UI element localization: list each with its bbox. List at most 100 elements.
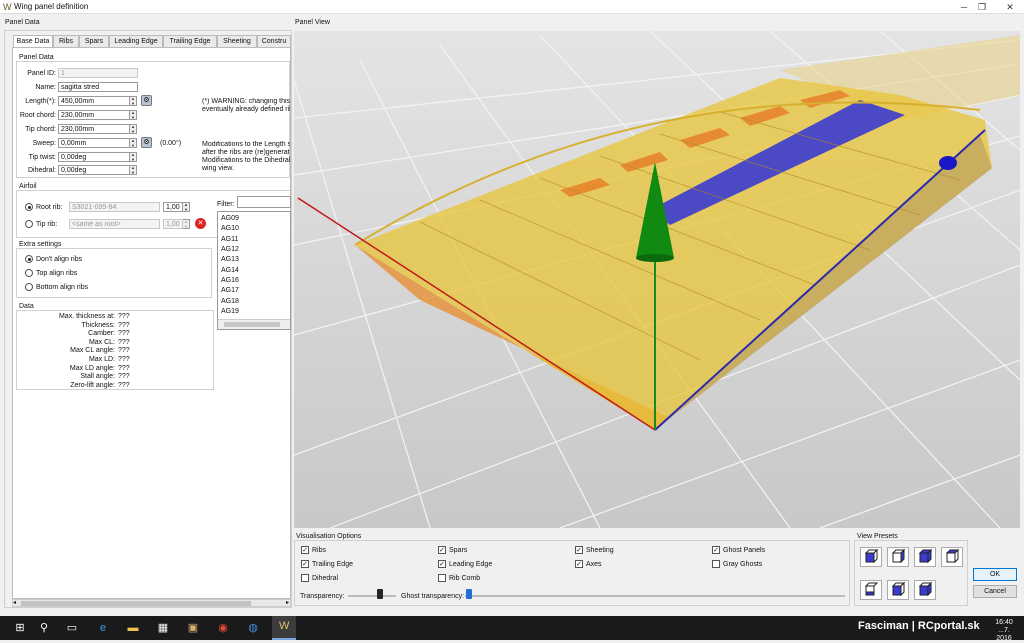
- list-item[interactable]: AG11: [221, 236, 238, 243]
- sweep-spinner[interactable]: ▲ ▼: [130, 138, 137, 148]
- data-label: Max LD angle:: [69, 364, 115, 372]
- store-icon[interactable]: ▦: [155, 620, 171, 636]
- list-item[interactable]: AG12: [221, 246, 239, 253]
- sweep-degrees: (0.00°): [160, 140, 182, 147]
- search-icon[interactable]: ⚲: [36, 620, 52, 636]
- root-chord-field[interactable]: 230,00mm: [58, 110, 130, 120]
- globe-app-icon[interactable]: ◍: [245, 620, 261, 636]
- media-icon[interactable]: ▣: [185, 620, 201, 636]
- scrollbar-thumb[interactable]: [21, 601, 251, 606]
- data-value: ???: [118, 338, 130, 346]
- root-chord-spinner[interactable]: ▲ ▼: [130, 110, 137, 120]
- view-preset-bottom-icon[interactable]: [887, 580, 909, 600]
- wing-designer-taskbar-item[interactable]: W: [272, 616, 296, 640]
- airfoil-list[interactable]: AG09 AG10 AG11 AG12 AG13 AG14 AG16 AG17 …: [217, 211, 291, 330]
- tab-leading-edge[interactable]: Leading Edge: [109, 35, 163, 47]
- rib-comb-checkbox[interactable]: [438, 574, 446, 582]
- close-icon[interactable]: ✕: [998, 0, 1022, 14]
- tab-sheeting[interactable]: Sheeting: [217, 35, 257, 47]
- tip-chord-spinner[interactable]: ▲ ▼: [130, 124, 137, 134]
- tab-trailing-edge[interactable]: Trailing Edge: [163, 35, 217, 47]
- clear-tip-rib-icon[interactable]: ✕: [195, 218, 206, 229]
- list-item[interactable]: AG19: [221, 308, 239, 315]
- list-item[interactable]: AG17: [221, 287, 239, 294]
- tip-rib-scale-spinner: ▲ ▼: [183, 219, 190, 229]
- name-field[interactable]: sagitta stred: [58, 82, 138, 92]
- tab-ribs[interactable]: Ribs: [53, 35, 79, 47]
- scroll-right-icon[interactable]: ▸: [286, 600, 289, 606]
- sweep-label: Sweep:: [32, 140, 56, 147]
- cancel-button[interactable]: Cancel: [973, 585, 1017, 598]
- transparency-slider-track[interactable]: [348, 595, 396, 597]
- airfoil-group-title: Airfoil: [19, 183, 37, 190]
- dihedral-field[interactable]: 0,00deg: [58, 165, 130, 175]
- top-align-ribs-radio[interactable]: [25, 269, 33, 277]
- axes-checkbox[interactable]: ✓: [575, 560, 583, 568]
- data-label: Max CL:: [88, 338, 115, 346]
- list-item[interactable]: AG10: [221, 225, 239, 232]
- tip-twist-field[interactable]: 0,00deg: [58, 152, 130, 162]
- list-item[interactable]: AG09: [221, 215, 239, 222]
- transparency-slider-handle[interactable]: [377, 589, 383, 599]
- view-preset-left-icon[interactable]: [914, 547, 936, 567]
- ribs-checkbox[interactable]: ✓: [301, 546, 309, 554]
- view-preset-back-icon[interactable]: [887, 547, 909, 567]
- start-icon[interactable]: ⊞: [12, 620, 28, 636]
- panel-view-title: Panel View: [295, 19, 330, 26]
- tab-spars[interactable]: Spars: [79, 35, 109, 47]
- length-calc-icon[interactable]: ⚙: [141, 95, 152, 106]
- gray-ghosts-checkbox[interactable]: [712, 560, 720, 568]
- root-rib-field: S3021-095-84: [69, 202, 160, 212]
- length-field[interactable]: 450,00mm: [58, 96, 130, 106]
- list-item[interactable]: AG16: [221, 277, 239, 284]
- chrome-icon[interactable]: ◉: [215, 620, 231, 636]
- window-title: Wing panel definition: [14, 2, 89, 11]
- list-item[interactable]: AG14: [221, 267, 239, 274]
- data-label: Max. thickness at:: [58, 313, 115, 320]
- view-preset-front-icon[interactable]: [860, 547, 882, 567]
- left-panel-scrollbar[interactable]: ◂ ▸: [12, 599, 291, 607]
- restore-icon[interactable]: ❐: [970, 0, 994, 14]
- view-preset-top-icon[interactable]: [860, 580, 882, 600]
- list-item[interactable]: AG13: [221, 256, 239, 263]
- bottom-align-ribs-radio[interactable]: [25, 283, 33, 291]
- y-axis-cap: [939, 156, 957, 170]
- root-rib-scale-field[interactable]: 1,00: [163, 202, 183, 212]
- edge-browser-icon[interactable]: e: [95, 620, 111, 636]
- spars-checkbox[interactable]: ✓: [438, 546, 446, 554]
- sheeting-checkbox[interactable]: ✓: [575, 546, 583, 554]
- ok-button[interactable]: OK: [973, 568, 1017, 581]
- dihedral-spinner[interactable]: ▲ ▼: [130, 165, 137, 175]
- tab-construction[interactable]: Constru: [257, 35, 291, 47]
- dont-align-ribs-radio[interactable]: [25, 255, 33, 263]
- tip-chord-field[interactable]: 230,00mm: [58, 124, 130, 134]
- sheeting-label: Sheeting: [586, 547, 614, 554]
- length-spinner[interactable]: ▲ ▼: [130, 96, 137, 106]
- sweep-calc-icon[interactable]: ⚙: [141, 137, 152, 148]
- tip-twist-spinner[interactable]: ▲ ▼: [130, 152, 137, 162]
- dihedral-checkbox[interactable]: [301, 574, 309, 582]
- ghost-transparency-slider-handle[interactable]: [466, 589, 472, 599]
- data-value: ???: [118, 330, 130, 338]
- leading-edge-checkbox[interactable]: ✓: [438, 560, 446, 568]
- view-preset-iso-icon[interactable]: [914, 580, 936, 600]
- list-item[interactable]: AG18: [221, 298, 239, 305]
- sweep-field[interactable]: 0,00mm: [58, 138, 130, 148]
- ghost-transparency-slider-track[interactable]: [465, 595, 845, 597]
- filter-input[interactable]: [237, 196, 291, 208]
- file-explorer-icon[interactable]: ▬: [125, 620, 141, 636]
- root-rib-scale-spinner[interactable]: ▲ ▼: [183, 202, 190, 212]
- ghost-panels-checkbox[interactable]: ✓: [712, 546, 720, 554]
- view-preset-right-icon[interactable]: [941, 547, 963, 567]
- list-hscrollbar[interactable]: [218, 319, 290, 329]
- root-rib-radio[interactable]: [25, 203, 33, 211]
- scroll-left-icon[interactable]: ◂: [13, 600, 16, 606]
- tip-rib-field: <same as root>: [69, 219, 160, 229]
- clock[interactable]: 16:40 ...7. 2016: [990, 619, 1018, 643]
- panel-view-canvas[interactable]: [294, 31, 1020, 528]
- tip-rib-radio[interactable]: [25, 220, 33, 228]
- data-value: ???: [118, 313, 130, 320]
- trailing-edge-checkbox[interactable]: ✓: [301, 560, 309, 568]
- task-view-icon[interactable]: ▭: [64, 620, 80, 636]
- bottom-align-ribs-label: Bottom align ribs: [36, 284, 89, 291]
